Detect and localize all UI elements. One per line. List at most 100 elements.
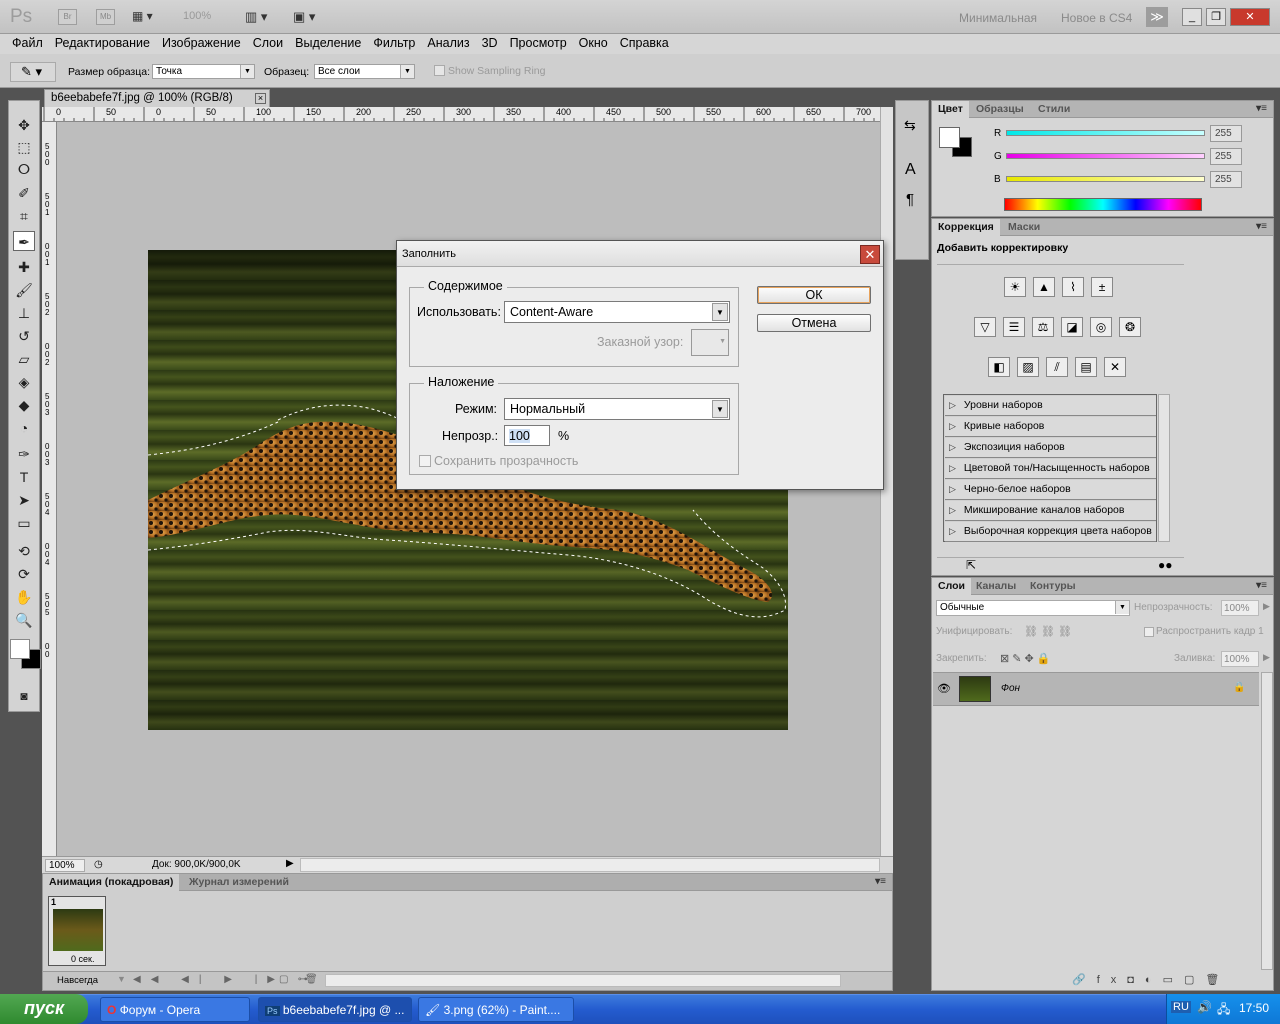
hand-tool-icon[interactable]: ✋: [13, 587, 35, 607]
list-item[interactable]: ▷ Цветовой тон/Насыщенность наборов: [945, 459, 1156, 479]
unify-icons[interactable]: ⛓ ⛓ ⛓: [1024, 625, 1072, 638]
use-select[interactable]: Content-Aware ▼: [504, 301, 730, 323]
close-icon[interactable]: ×: [255, 93, 266, 104]
foreground-color-swatch[interactable]: [10, 639, 30, 659]
brush-tool-icon[interactable]: 🖌: [13, 280, 35, 300]
blend-mode-select[interactable]: Обычные ▼: [936, 600, 1130, 616]
panel-menu-icon[interactable]: ▾≡: [1256, 580, 1267, 591]
frame-delay[interactable]: 0 сек.: [71, 954, 94, 964]
fx-icon[interactable]: fx: [1097, 974, 1128, 986]
menu-filter[interactable]: Фильтр: [367, 34, 421, 54]
eyedropper-tool-icon[interactable]: ✒: [13, 231, 35, 251]
sample-size-select[interactable]: Точка ▼: [152, 64, 255, 79]
cancel-button[interactable]: Отмена: [757, 314, 871, 332]
minimize-button[interactable]: _: [1182, 8, 1202, 26]
more-workspaces-button[interactable]: ≫: [1146, 7, 1168, 27]
menu-edit[interactable]: Редактирование: [49, 34, 156, 54]
r-value[interactable]: 255: [1210, 125, 1242, 142]
ok-button[interactable]: ОК: [757, 286, 871, 304]
custom-pattern-picker[interactable]: ▼: [691, 329, 729, 356]
menu-window[interactable]: Окно: [573, 34, 614, 54]
list-item[interactable]: ▷ Экспозиция наборов: [945, 438, 1156, 458]
tab-masks[interactable]: Маски: [1002, 219, 1046, 236]
crop-tool-icon[interactable]: ⌗: [13, 206, 35, 226]
eraser-tool-icon[interactable]: ▱: [13, 349, 35, 369]
history-brush-icon[interactable]: ↺: [13, 326, 35, 346]
new-frame-icon[interactable]: ▢: [279, 974, 288, 985]
lock-icons[interactable]: ⊠ ✎ ✥ 🔒: [1000, 652, 1051, 665]
layer-row-background[interactable]: 👁 Фон 🔒: [933, 672, 1259, 706]
tab-adjustments[interactable]: Коррекция: [932, 219, 1000, 236]
menu-help[interactable]: Справка: [614, 34, 675, 54]
visibility-eye-icon[interactable]: 👁: [937, 682, 951, 695]
start-button[interactable]: пуск: [0, 994, 88, 1024]
restore-button[interactable]: ❐: [1206, 8, 1226, 26]
g-slider[interactable]: [1006, 153, 1205, 159]
black-white-icon[interactable]: ◪: [1061, 317, 1083, 337]
posterize-icon[interactable]: ▨: [1017, 357, 1039, 377]
r-slider[interactable]: [1006, 130, 1205, 136]
zoom-level-select[interactable]: 100%: [183, 10, 211, 22]
brightness-contrast-icon[interactable]: ☀: [1004, 277, 1026, 297]
document-tab[interactable]: b6eebabefe7f.jpg @ 100% (RGB/8) ×: [44, 89, 270, 107]
menu-select[interactable]: Выделение: [289, 34, 367, 54]
zoom-tool-icon[interactable]: 🔍: [13, 610, 35, 630]
type-tool-icon[interactable]: T: [13, 467, 35, 487]
language-indicator[interactable]: RU: [1171, 1001, 1191, 1013]
tab-animation[interactable]: Анимация (покадровая): [43, 874, 180, 891]
trash-icon[interactable]: 🗑: [305, 974, 318, 985]
panel-menu-icon[interactable]: ▾≡: [1256, 221, 1267, 232]
dialog-close-button[interactable]: ✕: [860, 245, 880, 264]
tab-channels[interactable]: Каналы: [970, 578, 1022, 595]
mini-bridge-button[interactable]: Mb: [96, 9, 115, 25]
loop-select[interactable]: Навсегда: [57, 975, 98, 986]
list-item[interactable]: ▷ Выборочная коррекция цвета наборов: [945, 522, 1156, 542]
clip-to-layer-icon[interactable]: ●●: [1158, 558, 1173, 572]
tab-styles[interactable]: Стили: [1032, 101, 1076, 118]
tab-swatches[interactable]: Образцы: [970, 101, 1030, 118]
task-opera[interactable]: O Форум - Opera: [100, 997, 250, 1022]
hue-saturation-icon[interactable]: ☰: [1003, 317, 1025, 337]
menu-image[interactable]: Изображение: [156, 34, 247, 54]
photo-filter-icon[interactable]: ◎: [1090, 317, 1112, 337]
quick-mask-icon[interactable]: ◙: [13, 686, 35, 706]
levels-icon[interactable]: ▲: [1033, 277, 1055, 297]
paragraph-icon[interactable]: ¶: [906, 191, 914, 208]
animation-scrollbar[interactable]: [325, 974, 841, 987]
b-value[interactable]: 255: [1210, 171, 1242, 188]
list-item[interactable]: ▷ Черно-белое наборов: [945, 480, 1156, 500]
menu-layers[interactable]: Слои: [247, 34, 289, 54]
chevron-down-icon[interactable]: ▼: [117, 974, 126, 984]
selective-color-icon[interactable]: ✕: [1104, 357, 1126, 377]
tool-preset-picker[interactable]: ✎ ▾: [10, 62, 56, 82]
layers-scrollbar[interactable]: [1261, 672, 1273, 970]
stamp-tool-icon[interactable]: ⊥: [13, 303, 35, 323]
list-item[interactable]: ▷ Микширование каналов наборов: [945, 501, 1156, 521]
dodge-tool-icon[interactable]: ◔: [13, 418, 35, 438]
fill-arrow-icon[interactable]: ▶: [1263, 652, 1270, 663]
history-icon[interactable]: ⇆: [904, 117, 916, 134]
panel-menu-icon[interactable]: ▾≡: [875, 876, 886, 887]
path-select-icon[interactable]: ➤: [13, 490, 35, 510]
return-to-list-icon[interactable]: ⇱: [966, 558, 976, 572]
preserve-transparency-checkbox[interactable]: [419, 455, 431, 467]
quick-select-tool-icon[interactable]: ✐: [13, 183, 35, 203]
sample-select[interactable]: Все слои ▼: [314, 64, 415, 79]
horizontal-scrollbar[interactable]: [300, 858, 880, 872]
mode-select[interactable]: Нормальный ▼: [504, 398, 730, 420]
character-icon[interactable]: A: [905, 161, 916, 179]
opacity-input[interactable]: 100: [504, 425, 550, 446]
playback-controls-icon[interactable]: ◀◀ ◀| ▶ |▶ ⊶: [133, 974, 318, 985]
menu-view[interactable]: Просмотр: [504, 34, 573, 54]
list-item[interactable]: ▷ Уровни наборов: [945, 396, 1156, 416]
arrange-documents-icon[interactable]: ▥ ▾: [245, 9, 267, 25]
marquee-tool-icon[interactable]: ⬚: [13, 137, 35, 157]
fill-value[interactable]: 100%: [1221, 651, 1259, 667]
network-icon[interactable]: 🖧: [1217, 1000, 1230, 1021]
move-tool-icon[interactable]: ✥: [13, 115, 35, 135]
g-value[interactable]: 255: [1210, 148, 1242, 165]
panel-menu-icon[interactable]: ▾≡: [1256, 103, 1267, 114]
channel-mixer-icon[interactable]: ❂: [1119, 317, 1141, 337]
menu-analysis[interactable]: Анализ: [421, 34, 475, 54]
task-photoshop[interactable]: Ps b6eebabefe7f.jpg @ ...: [258, 997, 412, 1022]
